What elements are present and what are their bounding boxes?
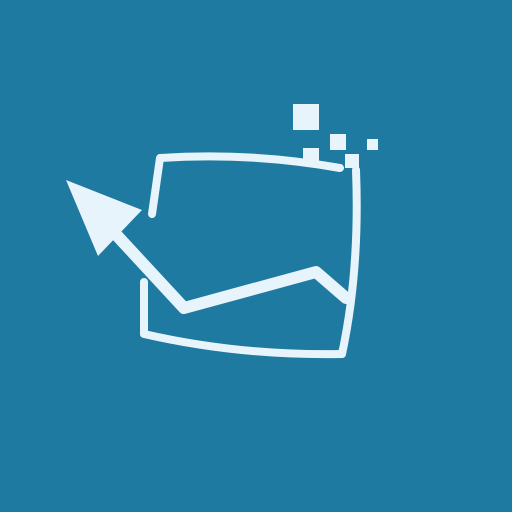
app-icon [0, 0, 512, 512]
frame-right-edge [338, 166, 361, 358]
export-chart-arrow-icon [66, 104, 378, 359]
pixel-square-lower-right [345, 154, 359, 168]
icon-strokes [104, 152, 361, 359]
pixel-square-small [367, 139, 378, 150]
pixel-square-large [293, 104, 319, 130]
frame-top-edge [148, 152, 344, 218]
pixel-square-lower-left [303, 148, 319, 164]
pixel-square-medium [330, 134, 346, 150]
